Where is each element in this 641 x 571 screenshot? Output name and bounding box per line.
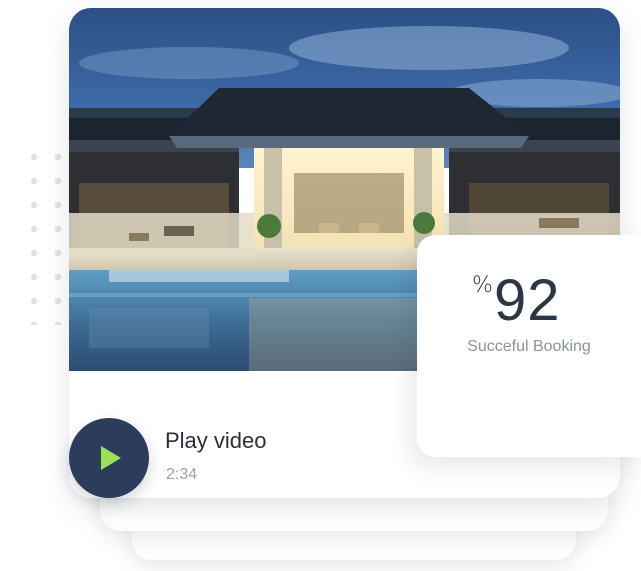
booking-stat-card: % 92 Succeful Booking <box>417 235 641 457</box>
booking-showcase: % 92 Succeful Booking Play video 2:34 <box>0 0 641 571</box>
stat-percent-symbol: % <box>472 273 493 298</box>
stat-number: 92 <box>494 268 561 333</box>
video-title[interactable]: Play video <box>165 428 267 454</box>
stat-label: Succeful Booking <box>467 338 591 355</box>
video-duration: 2:34 <box>166 466 198 483</box>
play-icon <box>101 446 121 470</box>
play-video-button[interactable] <box>69 418 149 498</box>
dot-grid-decoration <box>22 145 62 325</box>
